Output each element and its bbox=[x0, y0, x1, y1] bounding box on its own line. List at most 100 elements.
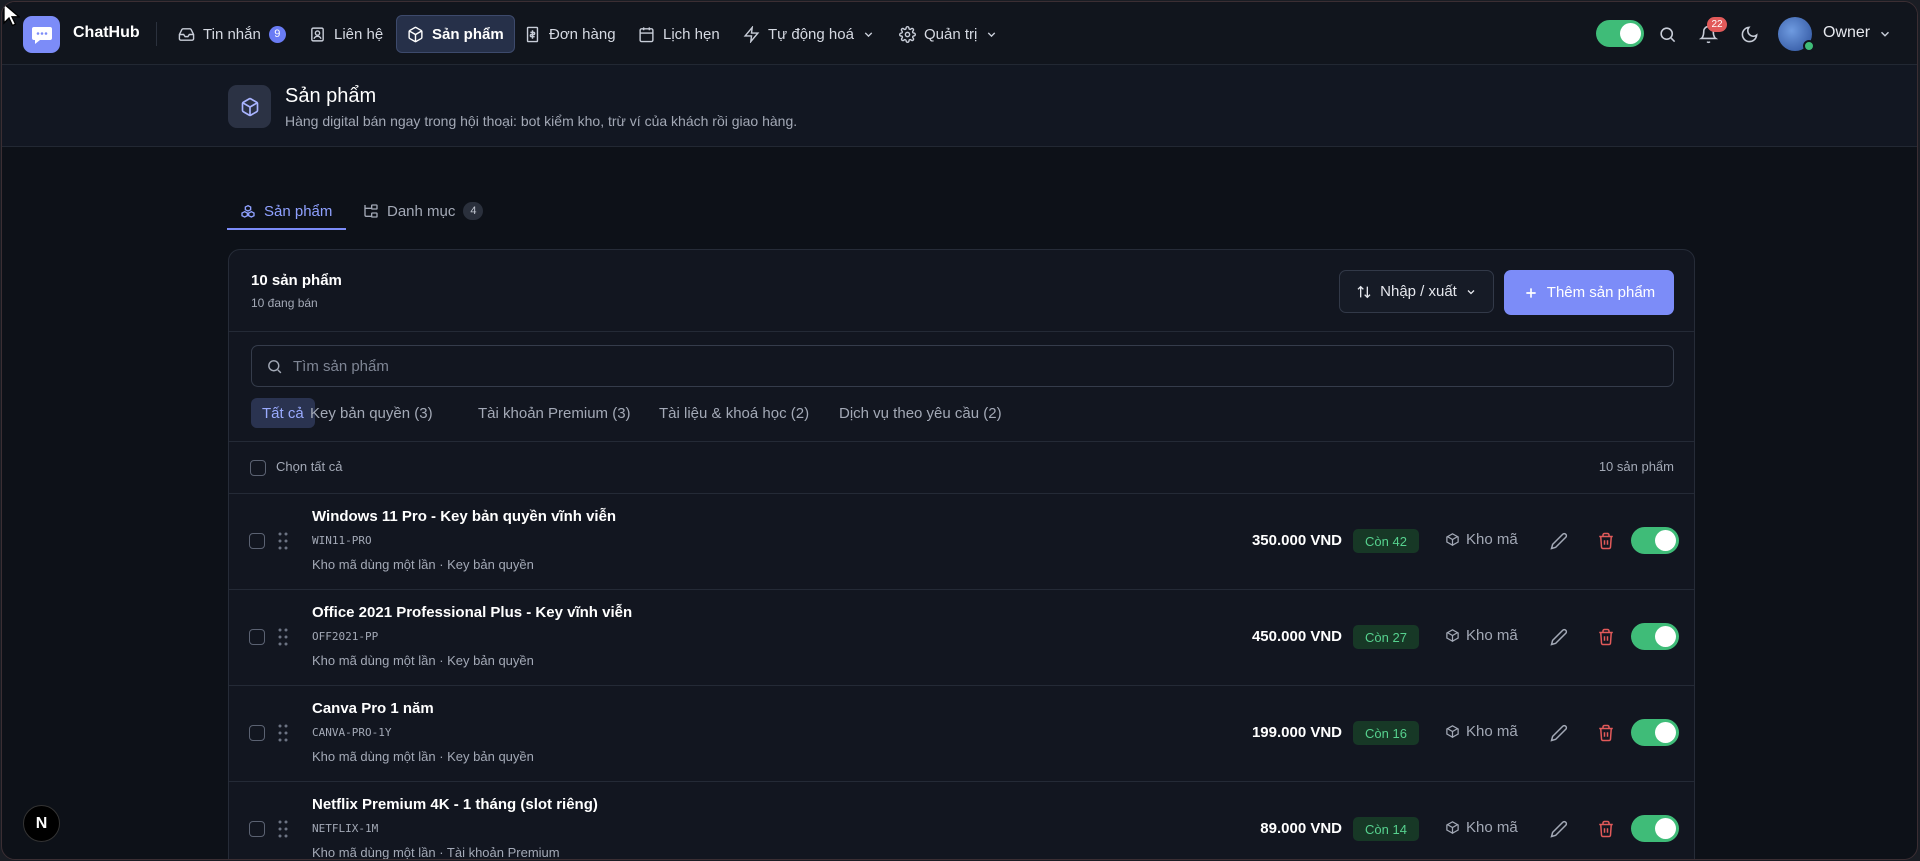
nav-item-products[interactable]: Sản phẩm bbox=[396, 15, 515, 53]
search-input[interactable] bbox=[293, 357, 1593, 375]
chathub-logo-icon[interactable] bbox=[23, 16, 60, 53]
inventory-source[interactable]: Kho mã bbox=[1445, 819, 1518, 836]
chevron-down-icon[interactable] bbox=[1872, 21, 1898, 47]
search-box[interactable] bbox=[251, 345, 1674, 387]
filter-custom-services[interactable]: Dịch vụ theo yêu cầu (2) bbox=[828, 398, 1013, 428]
nav-item-admin[interactable]: Quản trị bbox=[889, 15, 1008, 53]
filter-license-keys[interactable]: Key bản quyền (3) bbox=[299, 398, 444, 428]
inventory-source[interactable]: Kho mã bbox=[1445, 627, 1518, 644]
pencil-icon[interactable] bbox=[1550, 532, 1568, 550]
nav-label: Lịch hẹn bbox=[663, 25, 720, 43]
bot-status-toggle[interactable] bbox=[1596, 20, 1644, 47]
top-navigation: ChatHub Tin nhắn 9 Liên hệ Sản phẩm Đơn … bbox=[2, 2, 1917, 65]
divider bbox=[229, 331, 1694, 332]
product-meta: Kho mã dùng một lần · Key bản quyền bbox=[312, 653, 534, 668]
select-all-label[interactable]: Chọn tất cả bbox=[276, 459, 343, 474]
source-label: Kho mã bbox=[1466, 819, 1518, 836]
boxes-icon bbox=[241, 204, 255, 218]
trash-icon[interactable] bbox=[1597, 532, 1615, 550]
trash-icon[interactable] bbox=[1597, 820, 1615, 838]
row-checkbox[interactable] bbox=[249, 821, 265, 837]
search-icon[interactable] bbox=[1654, 21, 1680, 47]
user-name[interactable]: Owner bbox=[1823, 24, 1870, 42]
receipt-icon bbox=[526, 26, 539, 42]
pencil-icon[interactable] bbox=[1550, 724, 1568, 742]
search-icon bbox=[268, 359, 282, 373]
nav-label: Đơn hàng bbox=[549, 25, 616, 43]
nav-item-automation[interactable]: Tự động hoá bbox=[733, 15, 885, 53]
app-window: ChatHub Tin nhắn 9 Liên hệ Sản phẩm Đơn … bbox=[1, 1, 1918, 860]
moon-icon[interactable] bbox=[1736, 21, 1762, 47]
product-active-toggle[interactable] bbox=[1631, 815, 1679, 842]
add-product-button[interactable]: Thêm sản phẩm bbox=[1504, 270, 1674, 315]
notification-count-badge: 22 bbox=[1707, 17, 1727, 32]
pencil-icon[interactable] bbox=[1550, 628, 1568, 646]
product-name[interactable]: Netflix Premium 4K - 1 tháng (slot riêng… bbox=[312, 796, 598, 813]
drag-handle-icon[interactable] bbox=[278, 532, 288, 550]
table-row[interactable]: Windows 11 Pro - Key bản quyền vĩnh viễn… bbox=[229, 493, 1694, 589]
product-sku: OFF2021-PP bbox=[312, 630, 379, 643]
drag-handle-icon[interactable] bbox=[278, 628, 288, 646]
gear-icon bbox=[899, 25, 916, 43]
nav-item-appointments[interactable]: Lịch hẹn bbox=[628, 15, 730, 53]
page-subtitle: Hàng digital bán ngay trong hội thoại: b… bbox=[285, 113, 798, 129]
nav-label: Quản trị bbox=[924, 25, 978, 43]
product-active-toggle[interactable] bbox=[1631, 719, 1679, 746]
pencil-icon[interactable] bbox=[1550, 820, 1568, 838]
plus-icon bbox=[1526, 287, 1536, 298]
tab-categories[interactable]: Danh mục 4 bbox=[363, 192, 484, 230]
products-card: 10 sản phẩm 10 đang bán Nhập / xuất Thêm… bbox=[228, 249, 1695, 859]
row-checkbox[interactable] bbox=[249, 533, 265, 549]
chevron-down-icon bbox=[864, 31, 873, 37]
nav-item-orders[interactable]: Đơn hàng bbox=[514, 15, 626, 53]
product-active-toggle[interactable] bbox=[1631, 527, 1679, 554]
calendar-icon bbox=[639, 26, 654, 42]
nav-label: Tự động hoá bbox=[768, 25, 854, 43]
product-name[interactable]: Windows 11 Pro - Key bản quyền vĩnh viễn bbox=[312, 508, 616, 525]
product-sku: CANVA-PRO-1Y bbox=[312, 726, 392, 739]
nav-label: Liên hệ bbox=[334, 25, 384, 43]
table-row[interactable]: Office 2021 Professional Plus - Key vĩnh… bbox=[229, 589, 1694, 685]
page-header: Sản phẩm Hàng digital bán ngay trong hội… bbox=[2, 65, 1917, 147]
drag-handle-icon[interactable] bbox=[278, 724, 288, 742]
row-checkbox[interactable] bbox=[249, 725, 265, 741]
filter-docs-courses[interactable]: Tài liệu & khoá học (2) bbox=[648, 398, 820, 428]
tab-label: Danh mục bbox=[387, 202, 456, 220]
product-active-toggle[interactable] bbox=[1631, 623, 1679, 650]
nav-item-contacts[interactable]: Liên hệ bbox=[299, 15, 393, 53]
drag-handle-icon[interactable] bbox=[278, 820, 288, 838]
row-checkbox[interactable] bbox=[249, 629, 265, 645]
nav-label: Sản phẩm bbox=[432, 25, 504, 43]
tab-label: Sản phẩm bbox=[264, 202, 333, 220]
button-label: Nhập / xuất bbox=[1380, 283, 1457, 300]
button-label: Thêm sản phẩm bbox=[1546, 284, 1656, 301]
table-row[interactable]: Netflix Premium 4K - 1 tháng (slot riêng… bbox=[229, 781, 1694, 859]
tab-products[interactable]: Sản phẩm bbox=[240, 192, 332, 230]
chevron-down-icon bbox=[1467, 289, 1475, 294]
chevron-down-icon bbox=[988, 31, 996, 37]
nav-item-messages[interactable]: Tin nhắn 9 bbox=[168, 15, 296, 53]
source-label: Kho mã bbox=[1466, 723, 1518, 740]
product-name[interactable]: Office 2021 Professional Plus - Key vĩnh… bbox=[312, 604, 632, 621]
package-icon bbox=[408, 26, 423, 42]
inventory-source[interactable]: Kho mã bbox=[1445, 531, 1518, 548]
trash-icon[interactable] bbox=[1597, 628, 1615, 646]
source-label: Kho mã bbox=[1466, 531, 1518, 548]
nav-divider bbox=[156, 22, 157, 46]
product-price: 199.000 VND bbox=[1251, 724, 1342, 741]
active-count-subtitle: 10 đang bán bbox=[251, 296, 318, 310]
product-price: 350.000 VND bbox=[1251, 532, 1342, 549]
source-label: Kho mã bbox=[1466, 627, 1518, 644]
trash-icon[interactable] bbox=[1597, 724, 1615, 742]
filter-premium-accounts[interactable]: Tài khoản Premium (3) bbox=[467, 398, 642, 428]
stock-badge: Còn 27 bbox=[1353, 625, 1419, 649]
inventory-source[interactable]: Kho mã bbox=[1445, 723, 1518, 740]
app-name[interactable]: ChatHub bbox=[73, 24, 140, 42]
nextjs-dev-badge[interactable]: N bbox=[23, 805, 60, 842]
table-row[interactable]: Canva Pro 1 năm CANVA-PRO-1Y Kho mã dùng… bbox=[229, 685, 1694, 781]
divider bbox=[229, 441, 1694, 442]
product-name[interactable]: Canva Pro 1 năm bbox=[312, 700, 434, 717]
import-export-button[interactable]: Nhập / xuất bbox=[1339, 270, 1494, 313]
category-count-badge: 4 bbox=[463, 202, 484, 220]
select-all-checkbox[interactable] bbox=[250, 460, 266, 476]
